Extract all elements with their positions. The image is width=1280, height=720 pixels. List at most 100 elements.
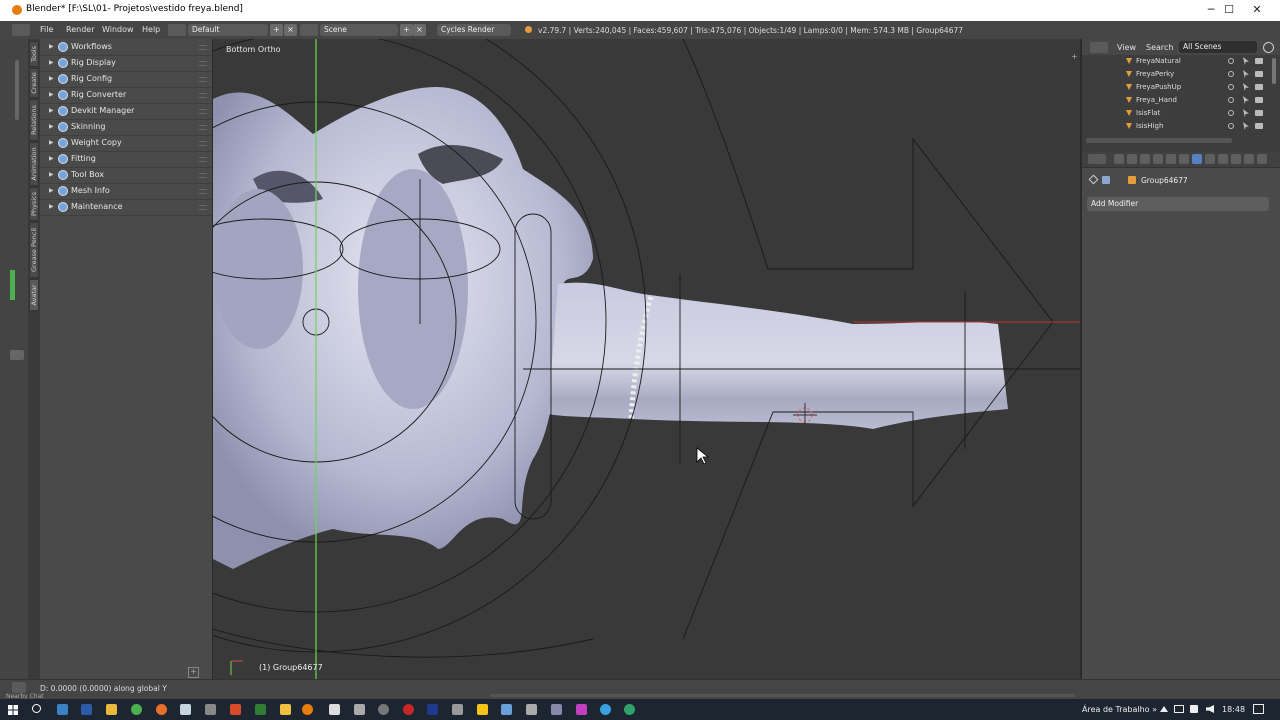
render-tab-icon[interactable] (1114, 154, 1124, 164)
scene-tab-icon[interactable] (1140, 154, 1150, 164)
panel-skinning[interactable]: ▶ Skinning (40, 119, 212, 136)
render-camera-icon[interactable] (1255, 58, 1263, 64)
outliner-filter-select[interactable]: All Scenes (1179, 41, 1257, 53)
drag-grip-icon[interactable] (199, 205, 207, 210)
steam-icon[interactable] (180, 704, 191, 715)
properties-editor-icon[interactable] (1088, 154, 1106, 164)
render-camera-icon[interactable] (1255, 123, 1263, 129)
visibility-eye-icon[interactable] (1228, 71, 1234, 77)
battery-icon[interactable] (1190, 705, 1198, 713)
tab-create[interactable]: Create (29, 68, 39, 98)
tab-grease-pencil[interactable]: Grease Pencil (29, 222, 39, 278)
menu-help[interactable]: Help (142, 25, 160, 34)
file-explorer-icon[interactable] (106, 704, 117, 715)
editor-type-icon[interactable] (12, 24, 30, 36)
tab-relations[interactable]: Relations (29, 99, 39, 141)
selectable-arrow-icon[interactable] (1243, 122, 1249, 130)
panel-rig-config[interactable]: ▶ Rig Config (40, 71, 212, 88)
selectable-arrow-icon[interactable] (1243, 83, 1249, 91)
panel-tool-box[interactable]: ▶ Tool Box (40, 167, 212, 184)
tab-animation[interactable]: Animation (29, 142, 39, 186)
panel-workflows[interactable]: ▶ Workflows (40, 39, 212, 56)
menu-render[interactable]: Render (66, 25, 94, 34)
drag-grip-icon[interactable] (199, 141, 207, 146)
texture-tab-icon[interactable] (1231, 154, 1241, 164)
tab-avatar[interactable]: Avatar (29, 279, 39, 311)
app-icon[interactable] (477, 704, 488, 715)
outliner-scrollbar[interactable] (1272, 58, 1276, 84)
panel-devkit-manager[interactable]: ▶ Devkit Manager (40, 103, 212, 120)
add-panel-icon[interactable]: + (188, 667, 199, 678)
search-icon[interactable] (32, 704, 41, 713)
drag-grip-icon[interactable] (199, 77, 207, 82)
render-camera-icon[interactable] (1255, 84, 1263, 90)
app-icon[interactable] (403, 704, 414, 715)
render-camera-icon[interactable] (1255, 71, 1263, 77)
drag-grip-icon[interactable] (199, 61, 207, 66)
tab-physics[interactable]: Physics (29, 187, 39, 221)
particles-tab-icon[interactable] (1244, 154, 1254, 164)
menu-window[interactable]: Window (102, 25, 134, 34)
search-icon[interactable] (1263, 42, 1274, 53)
link-icon[interactable] (1102, 176, 1110, 184)
world-tab-icon[interactable] (1153, 154, 1163, 164)
object-tab-icon[interactable] (1166, 154, 1176, 164)
physics-tab-icon[interactable] (1257, 154, 1267, 164)
tray-expand-icon[interactable] (1160, 706, 1168, 712)
clock[interactable]: 18:48 (1222, 705, 1245, 714)
render-engine-select[interactable]: Cycles Render (437, 24, 511, 36)
viewport-add-icon[interactable]: + (1071, 53, 1078, 61)
visibility-eye-icon[interactable] (1228, 110, 1234, 116)
layout-add-icon[interactable]: + (270, 24, 283, 36)
drag-grip-icon[interactable] (199, 109, 207, 114)
layout-field[interactable]: Default (188, 24, 268, 36)
menu-file[interactable]: File (40, 25, 53, 34)
drag-grip-icon[interactable] (199, 93, 207, 98)
visibility-eye-icon[interactable] (1228, 97, 1234, 103)
render-camera-icon[interactable] (1255, 110, 1263, 116)
app-icon[interactable] (205, 704, 216, 715)
outliner-row-isishigh[interactable]: IsisHigh (1082, 120, 1272, 133)
app-icon[interactable] (576, 704, 587, 715)
drag-grip-icon[interactable] (199, 157, 207, 162)
scrollbar[interactable] (15, 60, 19, 120)
photoshop-icon[interactable] (427, 704, 438, 715)
3d-viewport[interactable] (213, 39, 1080, 679)
app-icon[interactable] (501, 704, 512, 715)
edge-icon[interactable] (624, 704, 635, 715)
app-icon[interactable] (378, 704, 389, 715)
app-icon[interactable] (255, 704, 266, 715)
task-view-icon[interactable] (57, 704, 68, 715)
outliner-row-freyanatural[interactable]: FreyaNatural (1082, 55, 1272, 68)
modifiers-tab-icon[interactable] (1192, 154, 1202, 164)
selectable-arrow-icon[interactable] (1243, 70, 1249, 78)
app-icon[interactable] (526, 704, 537, 715)
layers-tab-icon[interactable] (1127, 154, 1137, 164)
tray-chevron-icon[interactable]: » (1152, 705, 1157, 714)
app-icon[interactable] (600, 704, 611, 715)
panel-fitting[interactable]: ▶ Fitting (40, 151, 212, 168)
drag-grip-icon[interactable] (199, 125, 207, 130)
timeline-scrollbar[interactable] (490, 694, 1075, 697)
app-icon[interactable] (354, 704, 365, 715)
drag-grip-icon[interactable] (199, 189, 207, 194)
notification-icon[interactable] (1253, 704, 1264, 714)
network-icon[interactable] (1174, 705, 1184, 713)
outliner-row-isisflat[interactable]: IsisFlat (1082, 107, 1272, 120)
drag-grip-icon[interactable] (199, 173, 207, 178)
selectable-arrow-icon[interactable] (1243, 96, 1249, 104)
outliner-row-freyapushup[interactable]: FreyaPushUp (1082, 81, 1272, 94)
app-icon[interactable] (551, 704, 562, 715)
outliner-editor-icon[interactable] (1090, 42, 1108, 53)
word-icon[interactable] (81, 704, 92, 715)
layout-remove-icon[interactable]: × (284, 24, 297, 36)
constraints-tab-icon[interactable] (1179, 154, 1189, 164)
visibility-eye-icon[interactable] (1228, 84, 1234, 90)
outliner-hscrollbar[interactable] (1086, 138, 1232, 143)
outliner-row-freya-hand[interactable]: Freya_Hand (1082, 94, 1272, 107)
scene-add-icon[interactable]: + (400, 24, 413, 36)
render-camera-icon[interactable] (1255, 97, 1263, 103)
scene-icon[interactable] (300, 24, 318, 36)
panel-weight-copy[interactable]: ▶ Weight Copy (40, 135, 212, 152)
app-icon[interactable] (280, 704, 291, 715)
